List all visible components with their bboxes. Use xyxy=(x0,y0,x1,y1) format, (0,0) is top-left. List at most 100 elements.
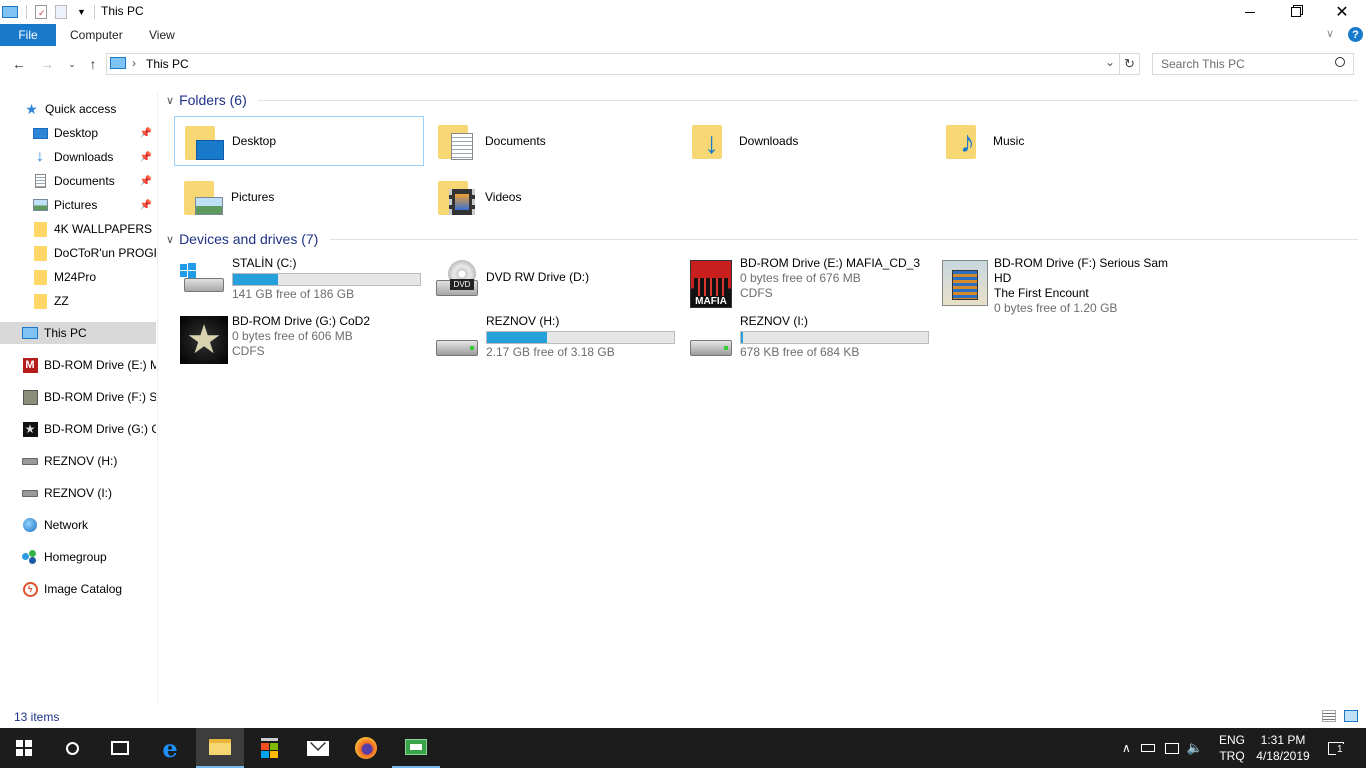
devices-group-header[interactable]: ∨ Devices and drives (7) xyxy=(166,231,318,247)
drive-h[interactable]: REZNOV (H:) 2.17 GB free of 3.18 GB xyxy=(430,314,680,370)
edge-icon: e xyxy=(162,733,178,763)
clock[interactable]: 1:31 PM 4/18/2019 xyxy=(1252,728,1314,768)
file-explorer-button[interactable] xyxy=(196,728,244,768)
large-icons-view-icon[interactable] xyxy=(1344,710,1358,722)
folder-downloads[interactable]: ↓ Downloads xyxy=(682,116,932,166)
nav-item-image-catalog[interactable]: ϟ Image Catalog xyxy=(22,578,156,600)
nav-item-documents[interactable]: Documents 📌 xyxy=(32,170,156,192)
breadcrumb[interactable]: This PC xyxy=(146,57,189,71)
start-button[interactable] xyxy=(0,728,48,768)
volume-icon[interactable]: 🔈 xyxy=(1187,740,1203,756)
search-input[interactable]: Search This PC xyxy=(1152,53,1354,75)
properties-icon[interactable]: ✓ xyxy=(35,5,47,19)
folders-group-header[interactable]: ∨ Folders (6) xyxy=(166,92,247,108)
nav-item-label: M24Pro xyxy=(54,270,97,284)
nav-quick-access[interactable]: ★ Quick access xyxy=(24,98,180,120)
nav-item-pictures[interactable]: Pictures 📌 xyxy=(32,194,156,216)
close-button[interactable]: ✕ xyxy=(1319,0,1365,24)
nav-item-drive-f[interactable]: BD-ROM Drive (F:) Se xyxy=(22,386,156,408)
input-indicator[interactable]: ENG TRQ xyxy=(1219,728,1245,768)
minimize-button[interactable] xyxy=(1227,0,1273,24)
item-count: 13 items xyxy=(14,710,60,724)
nav-item-doctorun-progra[interactable]: DoCToR'un PROGRA xyxy=(32,242,156,264)
forward-button[interactable]: → xyxy=(38,55,56,73)
drive-name: REZNOV (I:) xyxy=(740,314,808,328)
dvd-drive-icon: DVD xyxy=(432,258,482,308)
back-button[interactable]: ← xyxy=(10,55,28,73)
nav-item-drive-g[interactable]: ★ BD-ROM Drive (G:) C xyxy=(22,418,156,440)
tab-computer[interactable]: Computer xyxy=(70,28,123,42)
restore-button[interactable] xyxy=(1273,0,1319,24)
battery-icon[interactable] xyxy=(1140,744,1155,752)
nav-item-network[interactable]: Network xyxy=(22,514,156,536)
recent-locations-button[interactable]: ⌄ xyxy=(63,55,81,73)
drive-i[interactable]: REZNOV (I:) 678 KB free of 684 KB xyxy=(684,314,934,370)
pin-icon[interactable]: 📌 xyxy=(140,128,152,139)
folder-documents[interactable]: Documents xyxy=(428,116,678,166)
this-pc-icon xyxy=(22,325,38,341)
firefox-button[interactable] xyxy=(342,728,390,768)
up-button[interactable]: ↑ xyxy=(84,55,102,73)
group-divider xyxy=(330,239,1358,240)
pin-icon[interactable]: 📌 xyxy=(140,200,152,211)
task-view-button[interactable] xyxy=(96,728,144,768)
mail-button[interactable] xyxy=(294,728,342,768)
store-button[interactable] xyxy=(245,728,293,768)
details-view-icon[interactable] xyxy=(1322,710,1336,722)
documents-icon xyxy=(32,173,48,189)
usb-drive-icon xyxy=(22,485,38,501)
expand-ribbon-icon[interactable]: ∨ xyxy=(1326,27,1334,40)
folder-desktop[interactable]: Desktop xyxy=(174,116,424,166)
customize-toolbar-icon[interactable]: ▼ xyxy=(77,7,86,17)
nav-item-desktop[interactable]: Desktop 📌 xyxy=(32,122,156,144)
usb-drive-icon xyxy=(686,316,736,366)
folder-label: Desktop xyxy=(232,134,277,148)
computer-icon[interactable] xyxy=(2,6,18,18)
tab-view[interactable]: View xyxy=(149,28,175,42)
address-bar[interactable]: › This PC ⌄ xyxy=(106,53,1120,75)
up-arrow-icon: ↑ xyxy=(89,56,97,72)
title-bar: ✓ ▼ This PC ✕ xyxy=(0,0,1366,24)
nav-item-drive-e[interactable]: M BD-ROM Drive (E:) M xyxy=(22,354,156,376)
nav-item-zz[interactable]: ZZ xyxy=(32,290,156,312)
edge-button[interactable]: e xyxy=(146,728,194,768)
pin-icon[interactable]: 📌 xyxy=(140,152,152,163)
nav-item-homegroup[interactable]: Homegroup xyxy=(22,546,156,568)
drive-g[interactable]: ★ BD-ROM Drive (G:) CoD2 0 bytes free of… xyxy=(176,314,426,370)
windows-logo-icon xyxy=(16,740,32,756)
tab-file[interactable]: File xyxy=(0,24,56,46)
nav-item-drive-h[interactable]: REZNOV (H:) xyxy=(22,450,156,472)
drive-d[interactable]: DVD DVD RW Drive (D:) xyxy=(430,256,680,312)
folder-videos[interactable]: Videos xyxy=(428,172,678,222)
app-button[interactable] xyxy=(392,728,440,768)
address-dropdown-icon[interactable]: ⌄ xyxy=(1105,55,1115,69)
nav-item-m24pro[interactable]: M24Pro xyxy=(32,266,156,288)
nav-item-label: Network xyxy=(44,518,89,532)
show-hidden-icons-chevron-icon[interactable]: ∧ xyxy=(1122,741,1131,755)
action-center-button[interactable]: 1 xyxy=(1324,728,1348,768)
system-tray: ∧ 🔈 xyxy=(1122,728,1213,768)
search-button[interactable] xyxy=(48,728,96,768)
nav-item-label: ZZ xyxy=(54,294,69,308)
nav-item-drive-i[interactable]: REZNOV (I:) xyxy=(22,482,156,504)
nav-item-downloads[interactable]: ↓ Downloads 📌 xyxy=(32,146,156,168)
nav-item-label: BD-ROM Drive (G:) C xyxy=(44,422,156,436)
drive-free-space: 0 bytes free of 606 MB xyxy=(232,329,353,343)
nav-item-this-pc[interactable]: This PC xyxy=(0,322,156,344)
new-folder-icon[interactable] xyxy=(55,5,67,19)
folder-label: Documents xyxy=(485,134,546,148)
drive-free-space: 0 bytes free of 1.20 GB xyxy=(994,301,1118,315)
pin-icon[interactable]: 📌 xyxy=(140,176,152,187)
network-tray-icon[interactable] xyxy=(1164,742,1179,754)
drive-usage-bar xyxy=(740,331,929,344)
drive-e[interactable]: MAFIA BD-ROM Drive (E:) MAFIA_CD_3 0 byt… xyxy=(684,256,934,312)
folder-pictures[interactable]: Pictures xyxy=(174,172,424,222)
nav-item-4k-wallpapers[interactable]: 4K WALLPAPERS xyxy=(32,218,156,240)
refresh-button[interactable]: ↻ xyxy=(1120,53,1140,75)
drive-f[interactable]: BD-ROM Drive (F:) Serious Sam HD The Fir… xyxy=(938,256,1188,315)
drive-c[interactable]: STALİN (C:) 141 GB free of 186 GB xyxy=(176,256,426,312)
help-button[interactable]: ? xyxy=(1348,27,1363,42)
folder-icon xyxy=(32,245,48,261)
folder-music[interactable]: ♪ Music xyxy=(936,116,1186,166)
collapse-chevron-icon: ∨ xyxy=(166,94,175,107)
